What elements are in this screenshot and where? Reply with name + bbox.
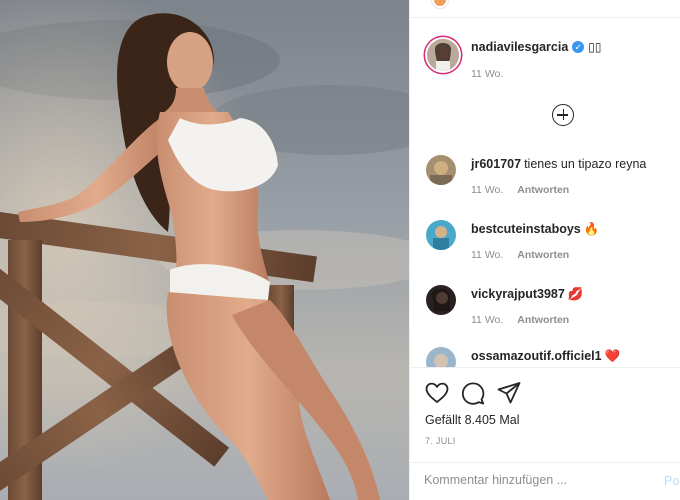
- commenter-avatar[interactable]: [426, 220, 456, 250]
- post-caption: nadiavilesgarcia ✓ ▯▯ 11 Wo.: [424, 36, 674, 96]
- post-sidebar: nadiavilesgarcia ✓ ▯▯ 11 Wo. jr601707 tie…: [409, 0, 680, 500]
- post-header-strip: [410, 0, 680, 18]
- comment-emoji: 🔥: [583, 222, 600, 236]
- caption-age[interactable]: 11 Wo.: [471, 68, 503, 80]
- comment-input[interactable]: [424, 473, 639, 487]
- header-avatar[interactable]: [432, 0, 448, 8]
- commenter-username[interactable]: jr601707: [471, 157, 521, 171]
- commenter-username[interactable]: bestcuteinstaboys: [471, 222, 581, 236]
- comment-emoji: ❤️: [604, 349, 621, 363]
- post-photo[interactable]: [0, 0, 409, 500]
- commenter-username[interactable]: ossamazoutif.officiel1: [471, 349, 602, 363]
- post-image: [0, 0, 409, 500]
- comment-item: bestcuteinstaboys 🔥 11 Wo. Antworten: [424, 220, 674, 276]
- comment-text: tienes un tipazo reyna: [524, 157, 647, 171]
- author-username[interactable]: nadiavilesgarcia: [471, 40, 568, 54]
- like-count[interactable]: Gefällt 8.405 Mal: [425, 413, 520, 427]
- heart-icon[interactable]: [424, 380, 450, 406]
- verified-badge-icon: ✓: [572, 41, 585, 53]
- paper-plane-icon[interactable]: [496, 380, 522, 406]
- caption-text: ▯▯: [588, 40, 602, 54]
- post-comment-button[interactable]: Po: [664, 474, 679, 488]
- reply-button[interactable]: Antworten: [517, 249, 569, 261]
- comment-box: Po: [410, 462, 680, 500]
- author-avatar[interactable]: [427, 39, 459, 71]
- comment-item: jr601707 tienes un tipazo reyna 11 Wo. An…: [424, 155, 674, 211]
- reply-button[interactable]: Antworten: [517, 184, 569, 196]
- comment-emoji: 💋: [567, 287, 584, 301]
- comment-age[interactable]: 11 Wo.: [471, 314, 503, 326]
- comment-item: vickyrajput3987 💋 11 Wo. Antworten: [424, 285, 674, 341]
- reply-button[interactable]: Antworten: [517, 314, 569, 326]
- commenter-username[interactable]: vickyrajput3987: [471, 287, 565, 301]
- commenter-avatar[interactable]: [426, 285, 456, 315]
- post-date[interactable]: 7. JULI: [425, 436, 456, 446]
- comment-bubble-icon[interactable]: [460, 380, 486, 406]
- commenter-avatar[interactable]: [426, 155, 456, 185]
- plus-circle-icon[interactable]: [552, 104, 574, 126]
- comment-age[interactable]: 11 Wo.: [471, 184, 503, 196]
- comment-age[interactable]: 11 Wo.: [471, 249, 503, 261]
